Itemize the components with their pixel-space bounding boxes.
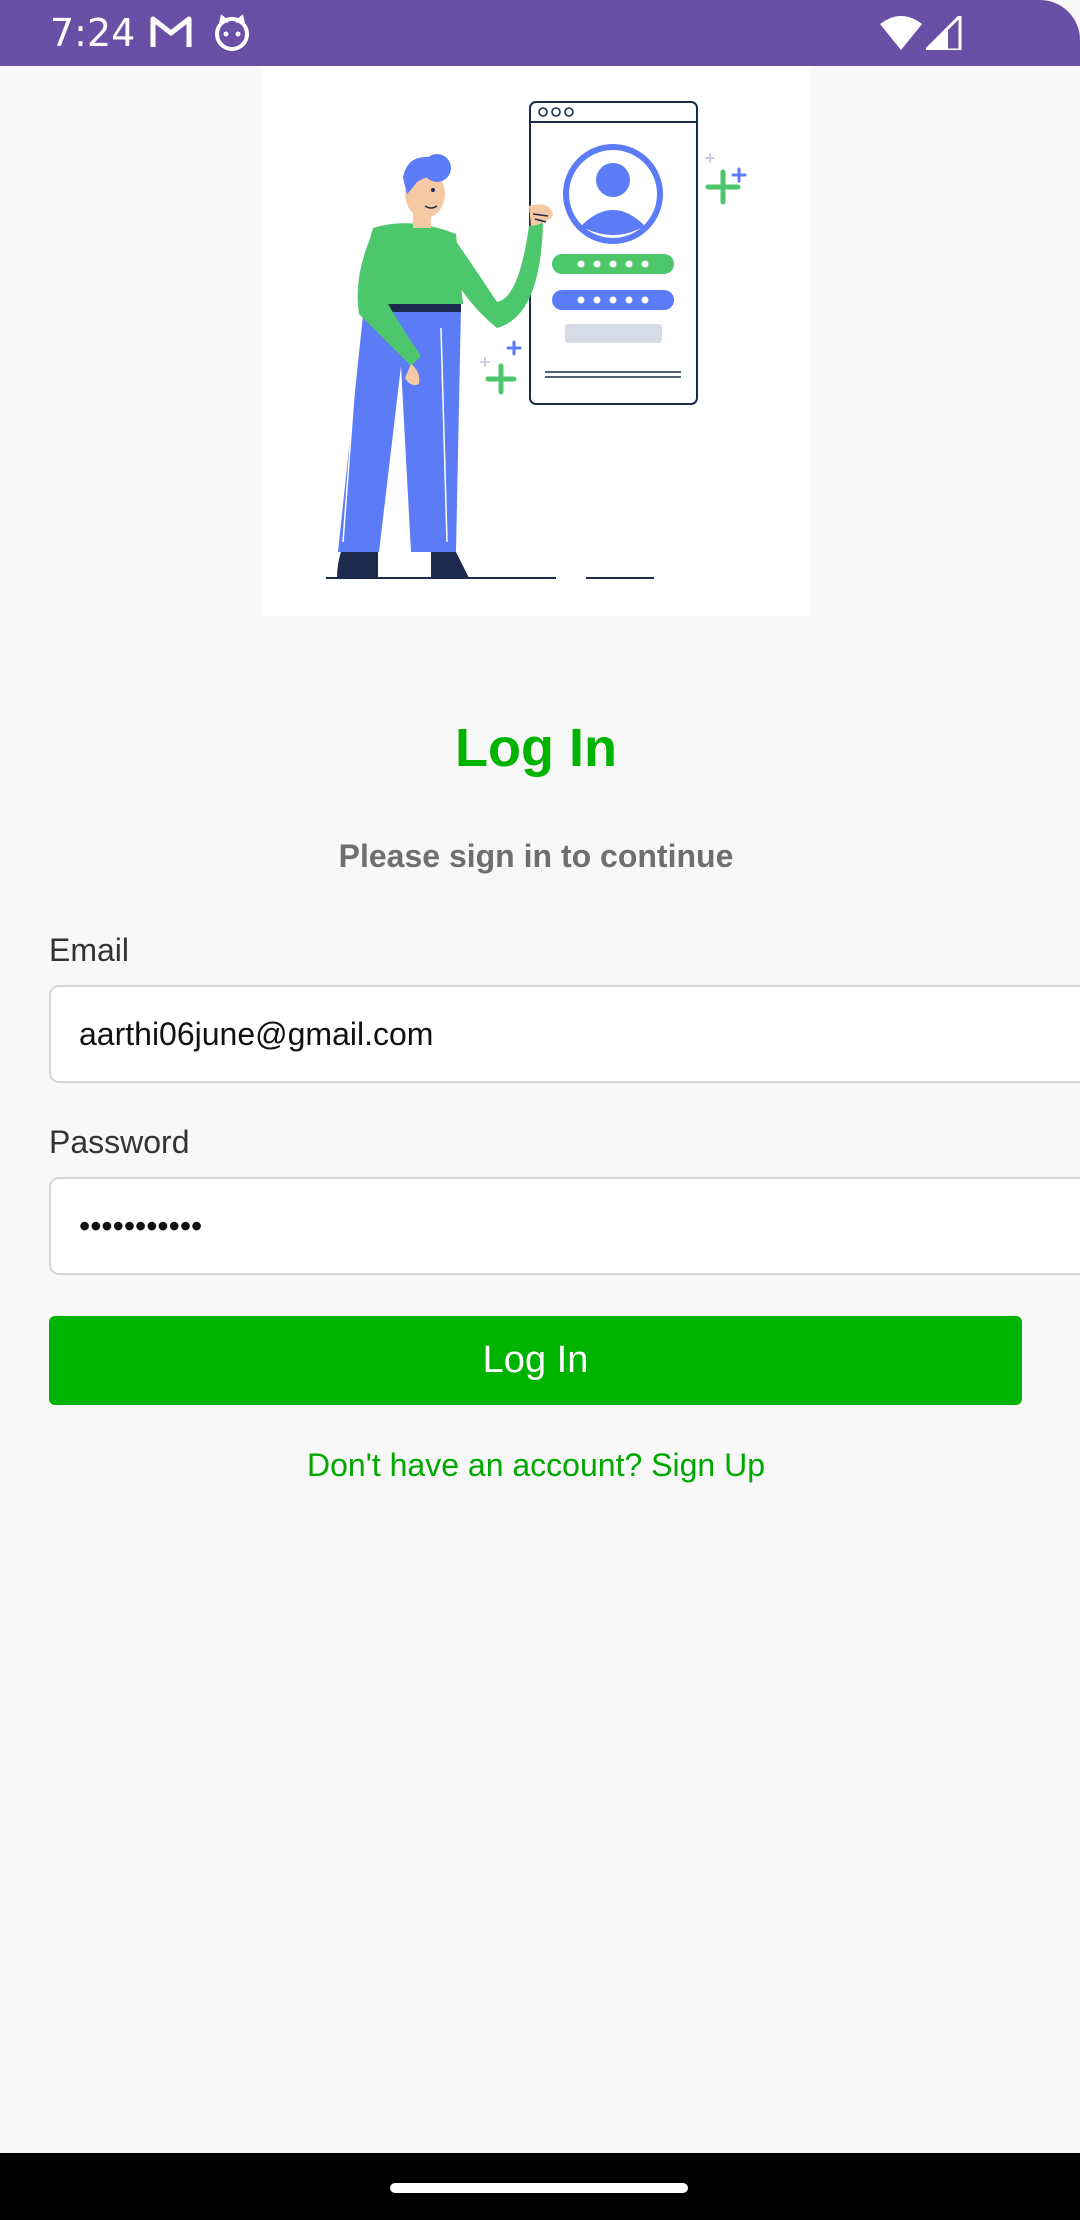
cell-signal-icon bbox=[922, 12, 962, 55]
page-title: Log In bbox=[455, 718, 617, 778]
status-time: 7:24 bbox=[50, 11, 136, 55]
password-label: Password bbox=[49, 1124, 190, 1160]
gmail-icon bbox=[150, 14, 192, 55]
cat-face-icon bbox=[213, 14, 251, 57]
page-subtitle: Please sign in to continue bbox=[338, 838, 734, 874]
email-field[interactable]: aarthi06june@gmail.com bbox=[49, 985, 1080, 1083]
signup-link[interactable]: Don't have an account? Sign Up bbox=[0, 1444, 1072, 1486]
person-login-illustration bbox=[326, 101, 747, 579]
home-gesture-handle[interactable] bbox=[390, 2183, 688, 2193]
password-field[interactable]: ••••••••••• bbox=[49, 1177, 1080, 1275]
login-button[interactable]: Log In bbox=[49, 1316, 1022, 1405]
email-label: Email bbox=[49, 932, 130, 968]
login-illustration bbox=[261, 66, 811, 616]
status-bar: 7:24 bbox=[0, 0, 1080, 66]
wifi-icon bbox=[880, 16, 922, 55]
